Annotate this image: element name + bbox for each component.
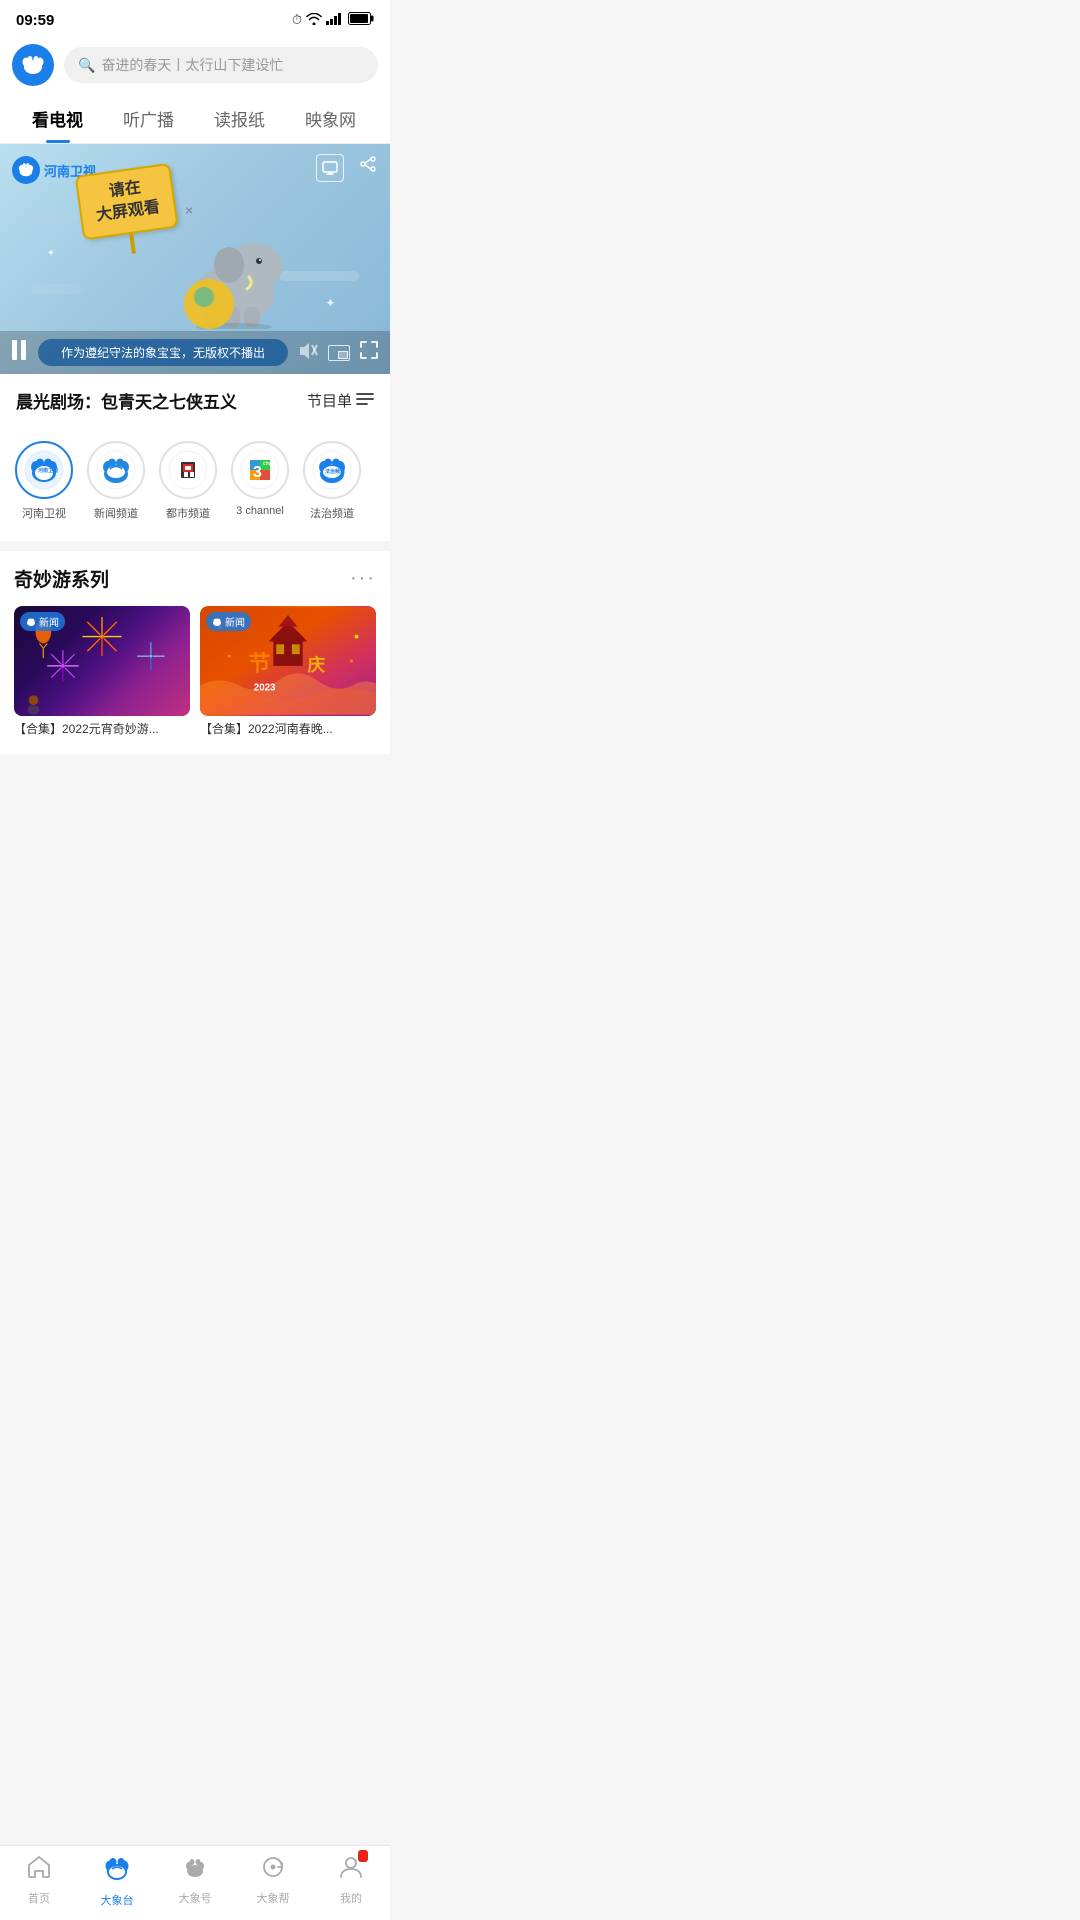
channel-logo-small xyxy=(12,156,40,184)
close-sign-button[interactable]: × xyxy=(185,202,193,218)
thumb-fireworks: 新闻 xyxy=(14,606,190,716)
app-logo[interactable] xyxy=(12,44,54,86)
schedule-label: 节目单 xyxy=(307,390,352,411)
refresh-icon xyxy=(260,1854,286,1887)
nav-label-daxiangtai: 大象台 xyxy=(101,1892,134,1908)
channel-circle-law: 法治频道 xyxy=(303,441,361,499)
status-bar: 09:59 ⏱ xyxy=(0,0,390,36)
home-icon xyxy=(26,1854,52,1887)
cast-icon[interactable] xyxy=(316,154,344,182)
video-container: 河南卫视 ✦ ✦ ✦ xyxy=(0,144,390,374)
tab-radio[interactable]: 听广播 xyxy=(103,94,194,143)
channel-circle-city xyxy=(159,441,217,499)
card1-title: 【合集】2022元宵奇妙游... xyxy=(14,716,190,738)
nav-item-daxiangbang[interactable]: 大象帮 xyxy=(243,1854,303,1908)
nav-item-daxianghao[interactable]: 大象号 xyxy=(165,1854,225,1908)
nav-item-home[interactable]: 首页 xyxy=(9,1854,69,1908)
channel-circle-3: 3 channel xyxy=(231,441,289,499)
daxiangtai-icon xyxy=(103,1854,131,1889)
channel-circle-henan: 河南卫视 xyxy=(15,441,73,499)
subtitle-text: 作为遵纪守法的象宝宝，无版权不播出 xyxy=(38,339,288,366)
svg-text:庆: 庆 xyxy=(308,655,326,675)
sign-box: 请在大屏观看 xyxy=(75,163,182,260)
paw-icon xyxy=(182,1854,208,1887)
nav-item-mine[interactable]: 我的 xyxy=(321,1854,381,1908)
video-top-controls xyxy=(316,154,378,182)
content-card-2[interactable]: 节 庆 2023 xyxy=(200,606,376,738)
header: 🔍 奋进的春天丨太行山下建设忙 xyxy=(0,36,390,94)
channel-list: 河南卫视 河南卫视 新闻频道 xyxy=(0,427,390,541)
more-button[interactable]: ··· xyxy=(350,567,376,590)
star-deco-3: ✦ xyxy=(325,296,335,310)
svg-text:3: 3 xyxy=(253,464,262,481)
battery-icon xyxy=(348,12,374,28)
card1-badge: 新闻 xyxy=(20,612,65,631)
nav-label-daxiangbang: 大象帮 xyxy=(257,1890,290,1906)
schedule-button[interactable]: 节目单 xyxy=(307,390,374,411)
card2-badge: 新闻 xyxy=(206,612,251,631)
channel-item-henan[interactable]: 河南卫视 河南卫视 xyxy=(8,437,80,525)
search-bar[interactable]: 🔍 奋进的春天丨太行山下建设忙 xyxy=(64,47,378,83)
svg-text:河南卫视: 河南卫视 xyxy=(37,467,58,474)
nav-label-daxianghao: 大象号 xyxy=(179,1890,212,1906)
program-title-row: 晨光剧场：包青天之七侠五义 节目单 xyxy=(0,374,390,427)
bottom-nav: 首页 大象台 大象号 xyxy=(0,1845,390,1920)
wifi-icon xyxy=(306,13,322,28)
tab-yingxiang[interactable]: 映象网 xyxy=(285,94,376,143)
nav-label-home: 首页 xyxy=(28,1890,50,1906)
channel-label-law: 法治频道 xyxy=(310,505,354,521)
share-icon[interactable] xyxy=(358,154,378,182)
thumb-festival: 节 庆 2023 xyxy=(200,606,376,716)
user-icon xyxy=(338,1854,364,1887)
svg-text:channel: channel xyxy=(263,461,280,467)
section-card: 奇妙游系列 ··· xyxy=(0,551,390,754)
channel-item-3[interactable]: 3 channel 3 channel xyxy=(224,437,296,525)
channel-label-henan: 河南卫视 xyxy=(22,505,66,521)
timer-icon: ⏱ xyxy=(292,12,302,28)
fullscreen-icon[interactable] xyxy=(360,341,378,364)
video-area[interactable]: 河南卫视 ✦ ✦ ✦ xyxy=(0,144,390,374)
channel-label-city: 都市频道 xyxy=(166,505,210,521)
cloud-1 xyxy=(20,213,80,223)
section-title: 奇妙游系列 xyxy=(14,565,109,592)
video-bottom-bar: 作为遵纪守法的象宝宝，无版权不播出 xyxy=(0,331,390,374)
tab-watch-tv[interactable]: 看电视 xyxy=(12,94,103,143)
section-header: 奇妙游系列 ··· xyxy=(14,565,376,592)
search-hint: 奋进的春天丨太行山下建设忙 xyxy=(101,55,283,75)
star-deco-2: ✦ xyxy=(47,248,55,259)
tab-newspaper[interactable]: 读报纸 xyxy=(194,94,285,143)
play-pause-button[interactable] xyxy=(12,340,28,365)
status-time: 09:59 xyxy=(16,12,54,29)
svg-text:节: 节 xyxy=(249,652,271,676)
svg-text:法治频道: 法治频道 xyxy=(325,468,345,475)
channel-item-city[interactable]: 都市频道 xyxy=(152,437,224,525)
channel-label-3: 3 channel xyxy=(236,505,284,517)
channel-item-law[interactable]: 法治频道 法治频道 xyxy=(296,437,368,525)
nav-tabs: 看电视 听广播 读报纸 映象网 xyxy=(0,94,390,144)
program-title: 晨光剧场：包青天之七侠五义 xyxy=(16,388,237,413)
svg-text:2023: 2023 xyxy=(254,682,276,693)
mute-icon[interactable] xyxy=(298,341,318,364)
schedule-icon xyxy=(356,392,374,410)
channel-item-news[interactable]: 新闻频道 xyxy=(80,437,152,525)
content-card-1[interactable]: 新闻 【合集】2022元宵奇妙游... xyxy=(14,606,190,738)
content-grid: 新闻 【合集】2022元宵奇妙游... xyxy=(14,606,376,738)
cellular-icon xyxy=(326,13,344,28)
pip-icon[interactable] xyxy=(328,345,350,361)
cloud-3 xyxy=(31,284,81,294)
status-icons: ⏱ xyxy=(292,12,374,28)
nav-label-mine: 我的 xyxy=(340,1890,362,1906)
card2-title: 【合集】2022河南春晚... xyxy=(200,716,376,738)
nav-item-daxiangtai[interactable]: 大象台 xyxy=(87,1854,147,1908)
elephant-illustration xyxy=(169,219,299,334)
channel-circle-news xyxy=(87,441,145,499)
search-icon: 🔍 xyxy=(78,57,95,74)
channel-label-news: 新闻频道 xyxy=(94,505,138,521)
